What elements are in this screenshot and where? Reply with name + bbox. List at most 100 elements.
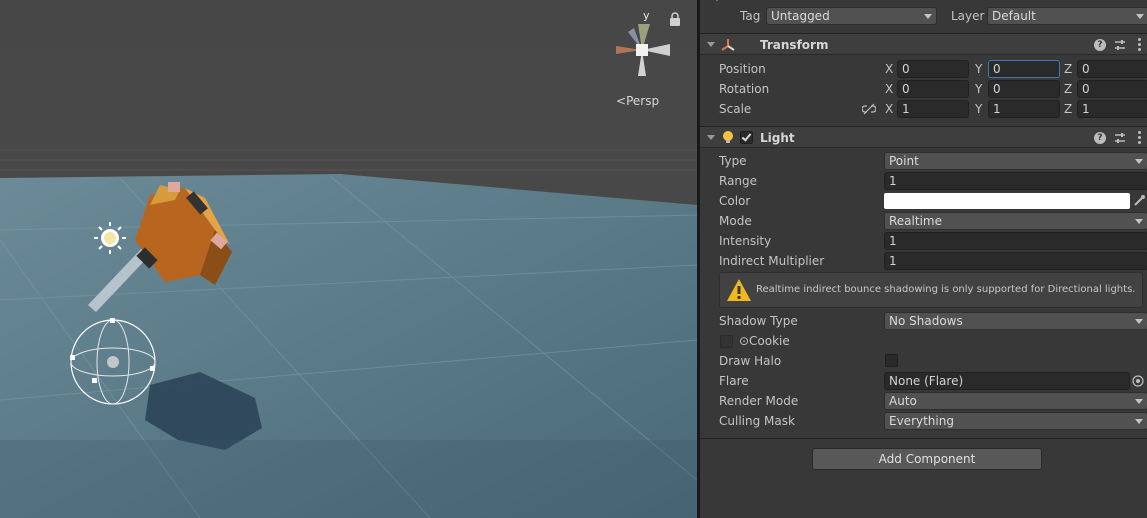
culling-mask-value: Everything [889,414,954,428]
flare-object-field[interactable]: None (Flare) [884,372,1130,390]
tag-layer-row: Tag Untagged Layer Default [700,6,1147,26]
light-title: Light [760,131,795,145]
position-label: Position [719,62,766,76]
axis-z-label: Z [1064,82,1073,96]
shadow-type-row: Shadow Type No Shadows [700,311,1147,331]
tag-dropdown[interactable]: Untagged [766,7,937,25]
mode-label: Mode [719,214,752,228]
transform-title: Transform [760,38,829,52]
light-bulb-icon [723,131,733,143]
render-mode-value: Auto [889,394,917,408]
chevron-down-icon [1135,419,1143,424]
cookie-row: ⊙ Cookie [700,331,1147,351]
axis-y-label: Y [975,82,983,96]
persp-icon: < [616,94,627,108]
light-header[interactable]: Light ? [700,126,1147,148]
more-options-icon[interactable] [1138,38,1142,52]
position-z-field[interactable]: 0 [1077,60,1147,78]
render-mode-row: Render Mode Auto [700,391,1147,411]
layer-dropdown[interactable]: Default [987,7,1147,25]
draw-halo-checkbox[interactable] [885,354,898,367]
scene-canvas[interactable] [0,0,697,518]
range-field[interactable]: 1 [884,172,1147,190]
light-foldout-icon[interactable] [707,135,715,140]
axis-x-label: X [885,62,894,76]
light-range-row: Range 1 [700,171,1147,191]
add-component-button[interactable]: Add Component [812,448,1042,470]
mode-dropdown[interactable]: Realtime [884,212,1147,230]
rotation-row: Rotation X 0 Y 0 Z 0 [700,79,1147,99]
lock-icon[interactable] [669,12,681,26]
range-label: Range [719,174,758,188]
shadow-type-dropdown[interactable]: No Shadows [884,312,1147,330]
tag-label: Tag [740,9,761,23]
cookie-checkbox[interactable] [720,335,733,348]
scale-row: Scale X 1 Y 1 Z 1 [700,99,1147,119]
scale-y-field[interactable]: 1 [988,100,1060,118]
scene-view[interactable]: y <Persp [0,0,697,518]
culling-mask-dropdown[interactable]: Everything [884,412,1147,430]
presets-icon[interactable] [1113,38,1127,52]
axis-x-label: X [885,102,894,116]
eyedropper-icon[interactable] [1133,194,1146,207]
gizmo-center-cube[interactable] [636,44,648,56]
floor-shade [0,440,697,518]
indirect-multiplier-field[interactable]: 1 [884,252,1147,270]
scale-z-field[interactable]: 1 [1077,100,1147,118]
render-mode-dropdown[interactable]: Auto [884,392,1147,410]
indirect-multiplier-label: Indirect Multiplier [719,254,825,268]
light-type-row: Type Point [700,151,1147,171]
type-label: Type [719,154,747,168]
color-swatch[interactable] [884,193,1130,209]
position-row: Position X 0 Y 0 Z 0 [700,59,1147,79]
more-options-icon[interactable] [1138,131,1142,145]
chevron-down-icon [1135,399,1143,404]
rotation-z-field[interactable]: 0 [1077,80,1147,98]
color-label: Color [719,194,751,208]
light-indirect-row: Indirect Multiplier 1 [700,251,1147,271]
shadow-type-value: No Shadows [889,314,963,328]
draw-halo-row: Draw Halo [700,351,1147,371]
axis-y-label: Y [975,62,983,76]
presets-icon[interactable] [1113,131,1127,145]
warning-helpbox: Realtime indirect bounce shadowing is on… [719,272,1143,308]
projection-label: Persp [626,94,660,108]
flare-label: Flare [719,374,749,388]
axis-z-label: Z [1064,102,1073,116]
shadow-type-label: Shadow Type [719,314,798,328]
mode-value: Realtime [889,214,942,228]
rotation-x-field[interactable]: 0 [897,80,969,98]
inspector-panel: Tag Untagged Layer Default Transform ? P… [700,0,1147,518]
gizmo-y-label: y [643,9,650,22]
rotation-y-field[interactable]: 0 [988,80,1060,98]
intensity-field[interactable]: 1 [884,232,1147,250]
warning-icon [727,279,751,301]
light-enabled-checkbox[interactable] [740,131,753,144]
intensity-label: Intensity [719,234,772,248]
position-x-field[interactable]: 0 [897,60,969,78]
projection-toggle[interactable]: <Persp [616,94,659,108]
draw-halo-label: Draw Halo [719,354,782,368]
warning-message: Realtime indirect bounce shadowing is on… [756,284,1136,295]
transform-header[interactable]: Transform ? [700,33,1147,55]
help-icon[interactable]: ? [1094,132,1106,144]
cookie-label: Cookie [749,334,790,348]
tag-value: Untagged [771,9,830,23]
light-intensity-row: Intensity 1 [700,231,1147,251]
scale-x-field[interactable]: 1 [897,100,969,118]
cookie-target-icon: ⊙ [739,334,750,348]
rotation-label: Rotation [719,82,770,96]
light-color-row: Color [700,191,1147,211]
transform-foldout-icon[interactable] [707,42,715,47]
scale-label: Scale [719,102,752,116]
light-type-dropdown[interactable]: Point [884,152,1147,170]
link-icon[interactable] [862,103,876,115]
position-y-field[interactable]: 0 [988,60,1060,78]
object-picker-icon[interactable] [1132,375,1144,387]
chevron-down-icon [1136,14,1144,19]
render-mode-label: Render Mode [719,394,799,408]
chevron-down-icon [1135,219,1143,224]
flare-row: Flare None (Flare) [700,371,1147,391]
help-icon[interactable]: ? [1094,39,1106,51]
axis-x-label: X [885,82,894,96]
